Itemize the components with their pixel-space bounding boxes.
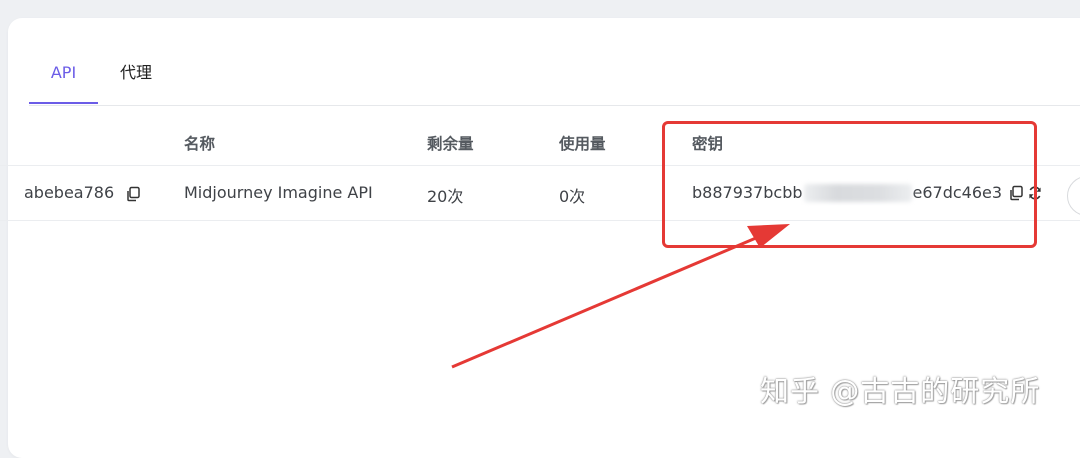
tab-api-label: API xyxy=(50,63,77,82)
header-name: 名称 xyxy=(184,135,216,153)
row-id-cell: abebea786 xyxy=(24,183,141,202)
copy-icon[interactable] xyxy=(125,186,141,202)
header-remaining: 剩余量 xyxy=(427,135,474,153)
row-name: Midjourney Imagine API xyxy=(184,183,373,202)
row-id: abebea786 xyxy=(24,183,115,202)
row-used: 0次 xyxy=(559,187,586,206)
header-used: 使用量 xyxy=(559,135,606,153)
tab-bar: API 代理 xyxy=(29,62,1080,106)
tab-proxy[interactable]: 代理 xyxy=(120,62,152,104)
active-tab-indicator xyxy=(29,102,98,104)
annotation-highlight-box xyxy=(662,121,1037,248)
tab-proxy-label: 代理 xyxy=(120,63,153,82)
tab-api[interactable]: API xyxy=(29,62,98,104)
row-action-button[interactable] xyxy=(1067,176,1080,216)
row-remaining: 20次 xyxy=(427,187,464,206)
watermark: 知乎 @古古的研究所 xyxy=(760,374,1041,408)
